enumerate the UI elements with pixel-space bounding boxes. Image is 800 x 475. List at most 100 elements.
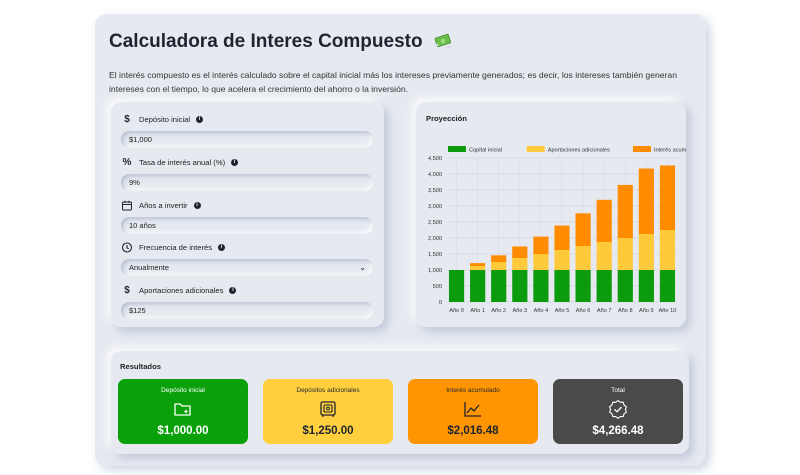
intro-text: El interés compuesto es el interés calcu… [109, 70, 677, 94]
result-label: Interés acumulado [446, 387, 500, 394]
form-card: $ Depósito inicial i $1,000 % Tasa de in… [111, 102, 384, 327]
chart-card: Proyección Capital inicial Aportaciones a… [416, 102, 686, 327]
bar-segment [533, 236, 549, 254]
legend-swatch [526, 146, 545, 152]
interest-rate-label: Tasa de interés anual (%) [139, 157, 226, 167]
years-label: Años a invertir [139, 200, 188, 210]
additional-contributions-label: Aportaciones adicionales [139, 285, 224, 295]
legend-swatch [448, 146, 466, 152]
bar-segment [575, 213, 591, 246]
result-label: Depósito inicial [161, 387, 205, 394]
y-tick-label: 1,000 [428, 268, 442, 274]
years-field: Años a invertir i 10 años [121, 199, 375, 234]
money-with-wings-icon [432, 33, 451, 49]
y-tick-label: 4,500 [428, 156, 442, 162]
bar-segment [575, 270, 591, 302]
field-label: $ Aportaciones adicionales i [121, 284, 375, 296]
additional-contributions-input[interactable]: $125 [121, 302, 373, 319]
x-tick-label: Año 6 [576, 308, 591, 314]
bar-segment [533, 254, 549, 270]
calculator-panel: Calculadora de Interes Compuesto El inte… [95, 14, 706, 466]
bar-segment [533, 270, 549, 302]
frequency-label: Frecuencia de interés [139, 242, 213, 252]
result-value: $2,016.48 [447, 425, 499, 437]
bar-segment [491, 255, 507, 262]
info-icon[interactable]: i [196, 115, 204, 123]
x-tick-label: Año 2 [491, 308, 506, 314]
x-tick-label: Año 7 [597, 308, 612, 314]
bar-segment [554, 250, 570, 270]
x-tick-label: Año 10 [659, 308, 677, 314]
percent-icon: % [122, 156, 132, 168]
field-label: Frecuencia de interés i [121, 241, 375, 253]
x-tick-label: Año 3 [513, 308, 528, 314]
y-tick-label: 0 [439, 300, 442, 306]
trending-up-icon [464, 402, 481, 417]
bar-segment [512, 246, 528, 258]
result-additional-deposits: Depósitos adicionales $1,250.00 [263, 379, 393, 444]
x-tick-label: Año 1 [470, 308, 485, 314]
legend-swatch [632, 146, 651, 152]
y-tick-label: 2,500 [428, 220, 442, 226]
bar-segment [617, 184, 633, 238]
dollar-icon: $ [124, 113, 130, 125]
result-accumulated-interest: Interés acumulado $2,016.48 [408, 379, 538, 444]
info-icon[interactable]: i [231, 158, 239, 166]
field-label: $ Depósito inicial i [121, 113, 375, 125]
initial-deposit-input[interactable]: $1,000 [121, 131, 373, 148]
frequency-field: Frecuencia de interés i Anualmente ⌄ [121, 241, 375, 276]
result-initial-deposit: Depósito inicial $1,000.00 [118, 379, 248, 444]
bar-segment [554, 225, 570, 250]
bar-segment [470, 270, 486, 302]
info-icon[interactable]: i [193, 201, 201, 209]
field-label: % Tasa de interés anual (%) i [121, 156, 375, 168]
bar-segment [596, 242, 612, 270]
field-label: Años a invertir i [121, 199, 375, 211]
dollar-icon: $ [124, 284, 130, 296]
clock-icon [121, 241, 133, 253]
page-title: Calculadora de Interes Compuesto [109, 31, 453, 53]
legend-label: Aportaciones adicionales [548, 148, 610, 154]
interest-rate-input[interactable]: 9% [121, 174, 373, 191]
bar-segment [638, 168, 654, 234]
info-icon[interactable]: i [229, 286, 237, 294]
bar-segment [575, 246, 591, 270]
initial-deposit-field: $ Depósito inicial i $1,000 [121, 113, 375, 148]
result-label: Depósitos adicionales [296, 387, 360, 394]
result-value: $4,266.48 [592, 425, 644, 437]
info-icon[interactable]: i [218, 243, 226, 251]
x-tick-label: Año 5 [555, 308, 570, 314]
safe-icon [320, 401, 336, 417]
bar-segment [491, 270, 507, 302]
result-value: $1,250.00 [302, 425, 354, 437]
bar-segment [512, 270, 528, 302]
bar-segment [617, 238, 633, 270]
bar-segment [448, 270, 465, 302]
chevron-down-icon: ⌄ [359, 263, 366, 272]
bar-segment [491, 262, 507, 270]
y-tick-label: 2,000 [428, 236, 442, 242]
bar-segment [470, 263, 486, 266]
y-tick-label: 3,000 [428, 204, 442, 210]
result-value: $1,000.00 [157, 425, 209, 437]
title-text: Calculadora de Interes Compuesto [109, 31, 423, 52]
additional-contributions-field: $ Aportaciones adicionales i $125 [121, 284, 375, 319]
bar-segment [596, 270, 612, 302]
bar-segment [617, 270, 633, 302]
calendar-icon [122, 200, 132, 210]
y-tick-label: 3,500 [428, 188, 442, 194]
results-title: Resultados [120, 362, 161, 371]
y-tick-label: 500 [433, 284, 442, 290]
x-tick-label: Año 9 [639, 308, 654, 314]
y-tick-label: 1,500 [428, 252, 442, 258]
badge-check-icon [609, 399, 627, 419]
bar-segment [659, 165, 676, 230]
frequency-select[interactable]: Anualmente ⌄ [121, 259, 373, 276]
interest-rate-field: % Tasa de interés anual (%) i 9% [121, 156, 375, 191]
x-tick-label: Año 4 [534, 308, 549, 314]
x-tick-label: Año 8 [618, 308, 633, 314]
bar-segment [638, 234, 654, 270]
bar-segment [638, 270, 654, 302]
years-input[interactable]: 10 años [121, 217, 373, 234]
result-label: Total [611, 387, 625, 394]
